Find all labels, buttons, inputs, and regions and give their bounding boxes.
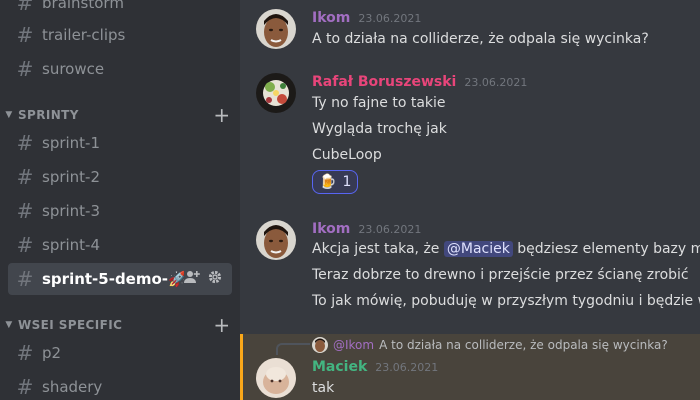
create-channel-plus-icon[interactable]: + — [204, 103, 240, 127]
category-wsei-specific[interactable]: ▼ WSEI SPECIFIC + — [0, 313, 240, 337]
channel-sprint-3[interactable]: # sprint-3 — [8, 195, 232, 227]
channel-sprint-4[interactable]: # sprint-4 — [8, 229, 232, 261]
channel-name: trailer-clips — [42, 26, 126, 44]
reply-author[interactable]: @Ikom — [333, 338, 374, 352]
discord-app: # brainstorm # trailer-clips # surowce ▼… — [0, 0, 700, 400]
hash-icon: # — [16, 341, 34, 365]
text-segment: Akcja jest taka, że — [312, 241, 444, 257]
hash-icon: # — [16, 165, 34, 189]
message-text: CubeLoop — [312, 147, 382, 163]
chevron-down-icon: ▼ — [5, 110, 13, 120]
text-segment: będziesz elementy bazy musi — [517, 241, 700, 257]
avatar[interactable] — [256, 358, 296, 398]
timestamp: 23.06.2021 — [375, 361, 439, 374]
channel-tools — [184, 270, 222, 288]
hash-icon: # — [16, 199, 34, 223]
message-text: Ty no fajne to takie — [312, 95, 446, 111]
message-text: To jak mówię, pobuduję w przyszłym tygod… — [312, 293, 700, 309]
channel-name: brainstorm — [42, 0, 124, 12]
message-text: tak — [312, 380, 335, 396]
avatar[interactable] — [256, 73, 296, 113]
hash-icon: # — [16, 267, 34, 291]
hash-icon: # — [16, 23, 34, 47]
hash-icon: # — [16, 233, 34, 257]
message-text: Teraz dobrze to drewno i przejście przez… — [312, 267, 689, 283]
channel-brainstorm[interactable]: # brainstorm — [8, 0, 232, 19]
message-header: Ikom 23.06.2021 — [312, 221, 421, 237]
channel-name: shadery — [42, 378, 103, 396]
channel-surowce[interactable]: # surowce — [8, 53, 232, 85]
message-header: Ikom 23.06.2021 — [312, 10, 421, 26]
channel-name: sprint-2 — [42, 168, 101, 186]
channel-sprint-5-demo[interactable]: # sprint-5-demo-🚀 — [8, 263, 232, 295]
beer-emoji-icon: 🍺 — [319, 174, 337, 190]
channel-name: sprint-4 — [42, 236, 101, 254]
author-name[interactable]: Rafał Boruszewski — [312, 74, 456, 90]
reply-reference[interactable]: @Ikom A to działa na colliderze, że odpa… — [312, 337, 668, 353]
timestamp: 23.06.2021 — [464, 76, 528, 89]
channel-name: sprint-1 — [42, 134, 101, 152]
channel-sprint-1[interactable]: # sprint-1 — [8, 127, 232, 159]
author-name[interactable]: Maciek — [312, 359, 367, 375]
channel-sprint-2[interactable]: # sprint-2 — [8, 161, 232, 193]
channel-shadery[interactable]: # shadery — [8, 371, 232, 400]
reply-text: A to działa na colliderze, że odpala się… — [379, 338, 668, 352]
channel-name: surowce — [42, 60, 105, 78]
channel-name: sprint-5-demo-🚀 — [42, 270, 184, 288]
channel-name: sprint-3 — [42, 202, 101, 220]
message-list: Ikom 23.06.2021 A to działa na colliderz… — [240, 0, 700, 400]
reaction-count: 1 — [342, 174, 352, 190]
add-member-icon[interactable] — [184, 270, 200, 288]
category-label: SPRINTY — [18, 108, 79, 122]
timestamp: 23.06.2021 — [358, 223, 422, 236]
avatar[interactable] — [256, 220, 296, 260]
create-channel-plus-icon[interactable]: + — [204, 313, 240, 337]
reply-avatar — [312, 337, 328, 353]
message-text: A to działa na colliderze, że odpala się… — [312, 31, 649, 47]
category-sprinty[interactable]: ▼ SPRINTY + — [0, 103, 240, 127]
message-header: Maciek 23.06.2021 — [312, 359, 438, 375]
avatar[interactable] — [256, 9, 296, 49]
reaction-button[interactable]: 🍺 1 — [312, 170, 359, 194]
timestamp: 23.06.2021 — [358, 12, 422, 25]
category-label: WSEI SPECIFIC — [18, 318, 123, 332]
message-text: Akcja jest taka, że @Maciek będziesz ele… — [312, 241, 700, 257]
channel-p2[interactable]: # p2 — [8, 337, 232, 369]
hash-icon: # — [16, 0, 34, 15]
chevron-down-icon: ▼ — [5, 320, 13, 330]
author-name[interactable]: Ikom — [312, 10, 350, 26]
reply-spine — [276, 343, 310, 355]
hash-icon: # — [16, 57, 34, 81]
channel-trailer-clips[interactable]: # trailer-clips — [8, 19, 232, 51]
channel-sidebar: # brainstorm # trailer-clips # surowce ▼… — [0, 0, 240, 400]
message-header: Rafał Boruszewski 23.06.2021 — [312, 74, 527, 90]
hash-icon: # — [16, 375, 34, 399]
gear-icon[interactable] — [208, 270, 222, 288]
hash-icon: # — [16, 131, 34, 155]
author-name[interactable]: Ikom — [312, 221, 350, 237]
message-text: Wygląda trochę jak — [312, 121, 447, 137]
channel-name: p2 — [42, 344, 62, 362]
user-mention[interactable]: @Maciek — [443, 241, 513, 257]
